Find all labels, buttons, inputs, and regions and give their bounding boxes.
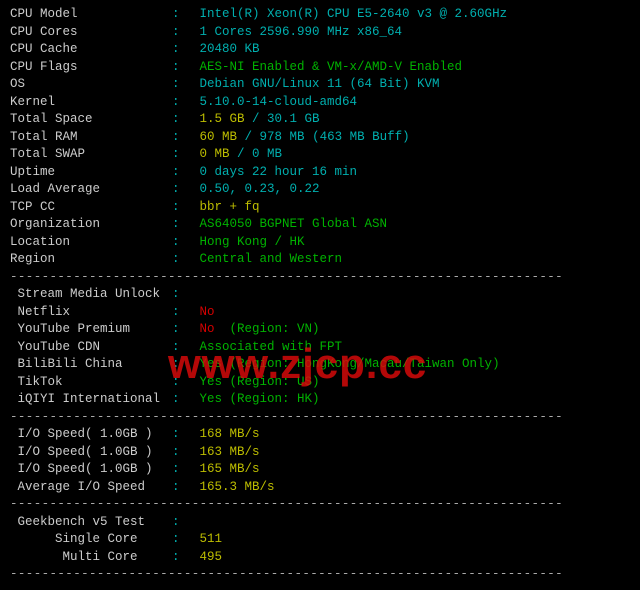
label: Average I/O Speed (10, 479, 172, 497)
row-load: Load Average: 0.50, 0.23, 0.22 (10, 181, 630, 199)
extra: (Region: VN) (215, 322, 320, 336)
row-youtube-premium: YouTube Premium: No (Region: VN) (10, 321, 630, 339)
media-header: Stream Media Unlock: (10, 286, 630, 304)
label: TCP CC (10, 199, 172, 217)
label: I/O Speed( 1.0GB ) (10, 444, 172, 462)
label: Multi Core (10, 549, 172, 567)
divider: ----------------------------------------… (10, 409, 630, 427)
value: AES-NI Enabled & VM-x/AMD-V Enabled (200, 60, 463, 74)
row-cpu-flags: CPU Flags: AES-NI Enabled & VM-x/AMD-V E… (10, 59, 630, 77)
value: 165 MB/s (200, 462, 260, 476)
row-io-2: I/O Speed( 1.0GB ): 163 MB/s (10, 444, 630, 462)
row-io-avg: Average I/O Speed: 165.3 MB/s (10, 479, 630, 497)
value: 168 MB/s (200, 427, 260, 441)
value: Yes (Region: US) (200, 375, 320, 389)
row-io-1: I/O Speed( 1.0GB ): 168 MB/s (10, 426, 630, 444)
used: 60 MB (200, 130, 238, 144)
label: I/O Speed( 1.0GB ) (10, 426, 172, 444)
label: CPU Flags (10, 59, 172, 77)
label: Location (10, 234, 172, 252)
value: AS64050 BGPNET Global ASN (200, 217, 388, 231)
value: Yes (Region: HK) (200, 392, 320, 406)
row-ram: Total RAM: 60 MB / 978 MB (463 MB Buff) (10, 129, 630, 147)
total: 30.1 GB (267, 112, 320, 126)
row-org: Organization: AS64050 BGPNET Global ASN (10, 216, 630, 234)
row-io-3: I/O Speed( 1.0GB ): 165 MB/s (10, 461, 630, 479)
slash: / (237, 130, 260, 144)
row-bilibili: BiliBili China: Yes (Region: HongKong/Ma… (10, 356, 630, 374)
label: YouTube Premium (10, 321, 172, 339)
row-youtube-cdn: YouTube CDN: Associated with FPT (10, 339, 630, 357)
label: CPU Cores (10, 24, 172, 42)
label: YouTube CDN (10, 339, 172, 357)
value: 1 Cores 2596.990 MHz x86_64 (200, 25, 403, 39)
label: Total Space (10, 111, 172, 129)
value: No (200, 305, 215, 319)
label: CPU Cache (10, 41, 172, 59)
row-cpu-cache: CPU Cache: 20480 KB (10, 41, 630, 59)
value: 0 days 22 hour 16 min (200, 165, 358, 179)
value: Hong Kong / HK (200, 235, 305, 249)
label: OS (10, 76, 172, 94)
row-gb-multi: Multi Core: 495 (10, 549, 630, 567)
value: No (200, 322, 215, 336)
row-iqiyi: iQIYI International: Yes (Region: HK) (10, 391, 630, 409)
label: Total SWAP (10, 146, 172, 164)
value: 165.3 MB/s (200, 480, 275, 494)
row-kernel: Kernel: 5.10.0-14-cloud-amd64 (10, 94, 630, 112)
buff: (463 MB Buff) (305, 130, 410, 144)
value: Debian GNU/Linux 11 (64 Bit) KVM (200, 77, 440, 91)
label: Organization (10, 216, 172, 234)
value: Central and Western (200, 252, 343, 266)
row-cpu-cores: CPU Cores: 1 Cores 2596.990 MHz x86_64 (10, 24, 630, 42)
row-swap: Total SWAP: 0 MB / 0 MB (10, 146, 630, 164)
row-tiktok: TikTok: Yes (Region: US) (10, 374, 630, 392)
label: BiliBili China (10, 356, 172, 374)
value: 0.50, 0.23, 0.22 (200, 182, 320, 196)
value: 495 (200, 550, 223, 564)
label: CPU Model (10, 6, 172, 24)
slash: / (245, 112, 268, 126)
label: Single Core (10, 531, 172, 549)
label: Total RAM (10, 129, 172, 147)
total: 0 MB (252, 147, 282, 161)
label: Geekbench v5 Test (10, 514, 172, 532)
slash: / (230, 147, 253, 161)
label: Kernel (10, 94, 172, 112)
row-space: Total Space: 1.5 GB / 30.1 GB (10, 111, 630, 129)
row-location: Location: Hong Kong / HK (10, 234, 630, 252)
label: Uptime (10, 164, 172, 182)
row-tcp: TCP CC: bbr + fq (10, 199, 630, 217)
row-uptime: Uptime: 0 days 22 hour 16 min (10, 164, 630, 182)
label: I/O Speed( 1.0GB ) (10, 461, 172, 479)
geekbench-header: Geekbench v5 Test: (10, 514, 630, 532)
label: Load Average (10, 181, 172, 199)
used: 0 MB (200, 147, 230, 161)
row-region: Region: Central and Western (10, 251, 630, 269)
value: Yes (Region: HongKong/Macau/Taiwan Only) (200, 357, 500, 371)
row-netflix: Netflix: No (10, 304, 630, 322)
divider: ----------------------------------------… (10, 496, 630, 514)
divider: ----------------------------------------… (10, 566, 630, 584)
value: 511 (200, 532, 223, 546)
value: 5.10.0-14-cloud-amd64 (200, 95, 358, 109)
value: Intel(R) Xeon(R) CPU E5-2640 v3 @ 2.60GH… (200, 7, 508, 21)
label: TikTok (10, 374, 172, 392)
row-cpu-model: CPU Model: Intel(R) Xeon(R) CPU E5-2640 … (10, 6, 630, 24)
label: iQIYI International (10, 391, 172, 409)
row-os: OS: Debian GNU/Linux 11 (64 Bit) KVM (10, 76, 630, 94)
label: Region (10, 251, 172, 269)
value: Associated with FPT (200, 340, 343, 354)
label: Netflix (10, 304, 172, 322)
value: 20480 KB (200, 42, 260, 56)
total: 978 MB (260, 130, 305, 144)
value: bbr + fq (200, 200, 260, 214)
value: 163 MB/s (200, 445, 260, 459)
divider: ----------------------------------------… (10, 269, 630, 287)
used: 1.5 GB (200, 112, 245, 126)
row-gb-single: Single Core: 511 (10, 531, 630, 549)
label: Stream Media Unlock (10, 286, 172, 304)
